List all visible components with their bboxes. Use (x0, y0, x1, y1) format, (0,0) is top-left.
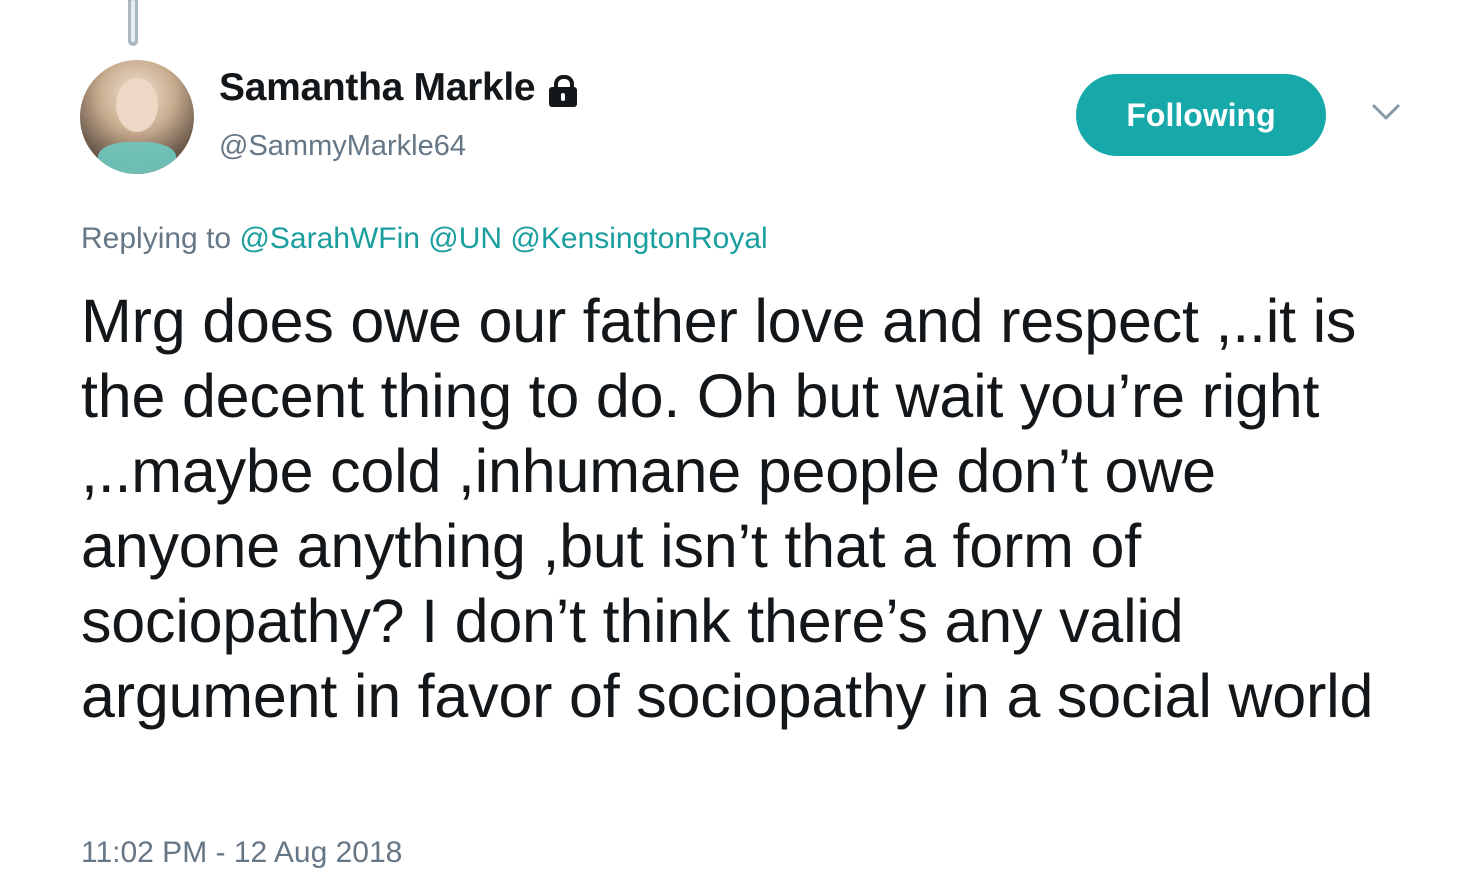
lock-icon (547, 74, 578, 108)
replying-to-label: Replying to (81, 222, 232, 255)
avatar-face (116, 78, 158, 132)
replying-to-line: Replying to @SarahWFin @UN @KensingtonRo… (81, 222, 768, 256)
user-name-row: Samantha Markle (219, 66, 578, 110)
avatar[interactable] (80, 60, 194, 174)
mention-link[interactable]: @KensingtonRoyal (510, 222, 767, 255)
tweet-text: Mrg does owe our father love and respect… (81, 287, 1374, 730)
tweet-timestamp[interactable]: 11:02 PM - 12 Aug 2018 (81, 836, 402, 870)
user-handle[interactable]: @SammyMarkle64 (219, 130, 466, 163)
thread-connector-line (128, 0, 138, 46)
following-button[interactable]: Following (1076, 74, 1326, 156)
mention-link[interactable]: @UN (428, 222, 502, 255)
display-name[interactable]: Samantha Markle (219, 66, 536, 110)
chevron-down-icon[interactable] (1368, 98, 1404, 126)
avatar-necklace (98, 142, 176, 174)
mention-link[interactable]: @SarahWFin (239, 222, 420, 255)
